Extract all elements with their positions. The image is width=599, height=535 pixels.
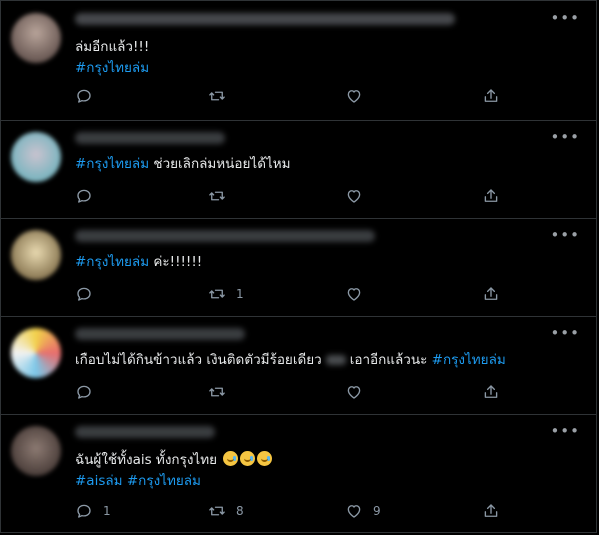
retweet-button[interactable]: 1 xyxy=(208,285,244,303)
retweet-button[interactable]: 8 xyxy=(208,502,244,520)
tweet-text-segment: เกือบไม่ได้กินข้าวแล้ว เงินติดตัวมีร้อยเ… xyxy=(75,352,322,368)
tweet[interactable]: ••• เกือบไม่ได้กินข้าวแล้ว เงินติดตัวมีร… xyxy=(1,316,596,415)
tweet-text: ล่มอีกแล้ว!!! #กรุงไทยล่ม xyxy=(75,37,536,79)
tweet-text-line: #กรุงไทยล่ม ค่ะ!!!!!! xyxy=(75,252,536,273)
tweet-author-blurred xyxy=(75,328,245,340)
share-icon xyxy=(482,187,500,205)
more-dots-icon[interactable]: ••• xyxy=(550,324,580,342)
retweet-count: 1 xyxy=(236,287,244,301)
retweet-icon xyxy=(208,285,226,303)
avatar[interactable] xyxy=(11,328,61,378)
share-button[interactable] xyxy=(482,383,500,401)
reply-button[interactable] xyxy=(75,87,103,105)
tweet-actions: 1 xyxy=(75,285,576,307)
reply-bubble-icon xyxy=(75,502,93,520)
tweet[interactable]: ••• ล่มอีกแล้ว!!! #กรุงไทยล่ม xyxy=(1,1,596,121)
heart-icon xyxy=(345,87,363,105)
retweet-icon xyxy=(208,502,226,520)
more-dots-icon[interactable]: ••• xyxy=(550,128,580,146)
more-dots-icon[interactable]: ••• xyxy=(550,226,580,244)
tweet-text-line: #กรุงไทยล่ม ช่วยเลิกล่มหน่อยได้ไหม xyxy=(75,154,536,175)
like-button[interactable]: 9 xyxy=(345,502,381,520)
avatar[interactable] xyxy=(11,13,61,63)
reply-button[interactable]: 1 xyxy=(75,502,111,520)
reply-bubble-icon xyxy=(75,285,93,303)
tweet-feed: ••• ล่มอีกแล้ว!!! #กรุงไทยล่ม ••• #กรุงไท… xyxy=(0,0,597,533)
tweet-text-line: เกือบไม่ได้กินข้าวแล้ว เงินติดตัวมีร้อยเ… xyxy=(75,350,536,371)
like-button[interactable] xyxy=(345,383,373,401)
like-button[interactable] xyxy=(345,187,373,205)
avatar[interactable] xyxy=(11,426,61,476)
heart-icon xyxy=(345,187,363,205)
tweet[interactable]: ••• #กรุงไทยล่ม ช่วยเลิกล่มหน่อยได้ไหม xyxy=(1,120,596,219)
tweet-text-segment: ฉันผู้ใช้ทั้งais ทั้งกรุงไทย xyxy=(75,452,222,468)
share-icon xyxy=(482,285,500,303)
like-button[interactable] xyxy=(345,87,373,105)
share-button[interactable] xyxy=(482,187,500,205)
retweet-icon xyxy=(208,187,226,205)
tweet-author-blurred xyxy=(75,13,455,25)
tweet-text-segment: ล่มอีกแล้ว!!! xyxy=(75,39,150,55)
retweet-button[interactable] xyxy=(208,383,236,401)
reply-bubble-icon xyxy=(75,383,93,401)
tweet-text-segment: เอาอีกแล้วนะ xyxy=(349,352,432,368)
hashtag-link[interactable]: #กรุงไทยล่ม xyxy=(127,473,201,489)
share-button[interactable] xyxy=(482,502,500,520)
reply-bubble-icon xyxy=(75,87,93,105)
retweet-button[interactable] xyxy=(208,87,236,105)
retweet-button[interactable] xyxy=(208,187,236,205)
reply-button[interactable] xyxy=(75,187,103,205)
blurred-text xyxy=(325,355,346,365)
tweet-actions xyxy=(75,187,576,209)
tweet-text-line: #aisล่ม #กรุงไทยล่ม xyxy=(75,471,536,492)
share-icon xyxy=(482,502,500,520)
tweet-author-blurred xyxy=(75,426,215,438)
laughing-tear-emoji-icon xyxy=(257,451,273,466)
share-button[interactable] xyxy=(482,285,500,303)
laughing-tear-emoji-icon xyxy=(223,451,239,466)
tweet-text: #กรุงไทยล่ม ช่วยเลิกล่มหน่อยได้ไหม xyxy=(75,154,536,175)
tweet-actions xyxy=(75,383,576,405)
hashtag-link[interactable]: #กรุงไทยล่ม xyxy=(75,156,149,172)
avatar[interactable] xyxy=(11,230,61,280)
hashtag-link[interactable]: #กรุงไทยล่ม xyxy=(432,352,506,368)
reply-button[interactable] xyxy=(75,383,103,401)
hashtag-link[interactable]: #กรุงไทยล่ม xyxy=(75,60,149,76)
tweet-author-blurred xyxy=(75,132,225,144)
tweet-actions xyxy=(75,87,576,109)
tweet-text: เกือบไม่ได้กินข้าวแล้ว เงินติดตัวมีร้อยเ… xyxy=(75,350,536,371)
tweet-text-segment: ช่วยเลิกล่มหน่อยได้ไหม xyxy=(149,156,291,172)
retweet-icon xyxy=(208,87,226,105)
like-button[interactable] xyxy=(345,285,373,303)
tweet[interactable]: ••• ฉันผู้ใช้ทั้งais ทั้งกรุงไทย #aisล่ม… xyxy=(1,414,596,532)
tweet-actions: 1 8 9 xyxy=(75,502,576,524)
reply-count: 1 xyxy=(103,504,111,518)
tweet-text-line: #กรุงไทยล่ม xyxy=(75,58,536,79)
heart-icon xyxy=(345,285,363,303)
like-count: 9 xyxy=(373,504,381,518)
reply-bubble-icon xyxy=(75,187,93,205)
tweet-text: ฉันผู้ใช้ทั้งais ทั้งกรุงไทย #aisล่ม #กร… xyxy=(75,450,536,492)
heart-icon xyxy=(345,383,363,401)
heart-icon xyxy=(345,502,363,520)
tweet-text-line: ล่มอีกแล้ว!!! xyxy=(75,37,536,58)
share-icon xyxy=(482,87,500,105)
hashtag-link[interactable]: #aisล่ม xyxy=(75,473,123,489)
tweet-text-segment: ค่ะ!!!!!! xyxy=(149,254,203,270)
more-dots-icon[interactable]: ••• xyxy=(550,9,580,27)
hashtag-link[interactable]: #กรุงไทยล่ม xyxy=(75,254,149,270)
tweet-text-line: ฉันผู้ใช้ทั้งais ทั้งกรุงไทย xyxy=(75,450,536,471)
tweet-author-blurred xyxy=(75,230,375,242)
tweet[interactable]: ••• #กรุงไทยล่ม ค่ะ!!!!!! 1 xyxy=(1,218,596,317)
share-icon xyxy=(482,383,500,401)
retweet-icon xyxy=(208,383,226,401)
reply-button[interactable] xyxy=(75,285,103,303)
avatar[interactable] xyxy=(11,132,61,182)
more-dots-icon[interactable]: ••• xyxy=(550,422,580,440)
share-button[interactable] xyxy=(482,87,500,105)
retweet-count: 8 xyxy=(236,504,244,518)
tweet-text: #กรุงไทยล่ม ค่ะ!!!!!! xyxy=(75,252,536,273)
laughing-tear-emoji-icon xyxy=(240,451,256,466)
